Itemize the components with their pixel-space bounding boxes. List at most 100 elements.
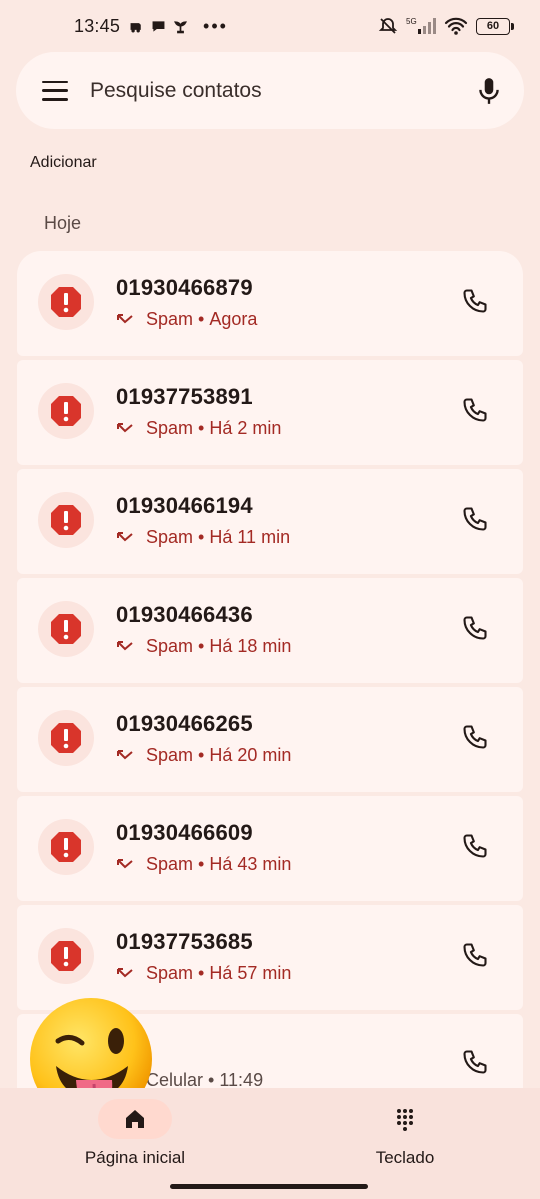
plant-icon: [174, 20, 188, 33]
phone-icon: [463, 398, 487, 422]
call-number: 01937753891: [116, 384, 253, 409]
spam-alert-icon: [51, 287, 81, 317]
call-number: 01930466609: [116, 820, 253, 845]
spam-tag: Spam: [146, 527, 194, 547]
call-time: Há 20 min: [209, 745, 292, 765]
search-bar[interactable]: Pesquise contatos: [16, 52, 524, 129]
phone-icon: [463, 943, 487, 967]
call-button[interactable]: [461, 723, 489, 751]
phone-icon: [463, 616, 487, 640]
spam-avatar: [38, 819, 94, 875]
svg-text:5G: 5G: [406, 17, 417, 26]
call-meta: Spam • Há 43 min: [116, 854, 291, 875]
call-button[interactable]: [461, 941, 489, 969]
missed-call-icon: [117, 967, 133, 977]
call-meta: Spam • Há 57 min: [116, 963, 291, 984]
gesture-home-bar[interactable]: [170, 1184, 368, 1189]
spam-alert-icon: [51, 832, 81, 862]
spam-tag: Spam: [146, 963, 194, 983]
call-number: 01937753685: [116, 929, 253, 954]
separator: •: [198, 527, 205, 547]
call-number: 01930466194: [116, 493, 253, 518]
phone-icon: [463, 834, 487, 858]
nav-keypad-indicator[interactable]: [368, 1099, 442, 1139]
spam-avatar: [38, 274, 94, 330]
call-log-item[interactable]: 01930466436 Spam • Há 18 min: [17, 578, 523, 683]
call-log-item[interactable]: 01930466879 Spam • Agora: [17, 251, 523, 356]
spam-tag: Spam: [146, 309, 194, 329]
nav-home-indicator[interactable]: [98, 1099, 172, 1139]
call-button[interactable]: [461, 1048, 489, 1076]
add-contact-label[interactable]: Adicionar: [30, 154, 97, 172]
missed-call-icon: [117, 531, 133, 541]
call-time: Há 43 min: [209, 854, 292, 874]
spam-alert-icon: [51, 396, 81, 426]
microphone-icon[interactable]: [476, 76, 502, 106]
call-button[interactable]: [461, 396, 489, 424]
call-log-item[interactable]: 01930466609 Spam • Há 43 min: [17, 796, 523, 901]
separator: •: [198, 309, 205, 329]
spam-avatar: [38, 601, 94, 657]
signal-5g-icon: 5G: [406, 17, 436, 34]
call-meta: Spam • Há 18 min: [116, 636, 291, 657]
call-time: Há 11 min: [209, 527, 291, 547]
section-header-today: Hoje: [44, 213, 82, 233]
spam-tag: Spam: [146, 745, 194, 765]
call-meta: Spam • Há 2 min: [116, 418, 281, 439]
spam-avatar: [38, 492, 94, 548]
call-button[interactable]: [461, 287, 489, 315]
call-time: Há 57 min: [209, 963, 292, 983]
more-notifications-icon: •••: [203, 15, 228, 36]
status-time: 13:45: [74, 15, 121, 36]
missed-call-icon: [117, 858, 133, 868]
call-meta: Spam • Agora: [116, 309, 257, 330]
nav-home-label: Página inicial: [84, 1148, 186, 1167]
search-input[interactable]: Pesquise contatos: [90, 79, 476, 103]
call-meta: Spam • Há 20 min: [116, 745, 291, 766]
call-time: Agora: [209, 309, 258, 329]
separator: •: [198, 418, 205, 438]
call-history-list: 01930466879 Spam • Agora 01937753891 Spa…: [17, 251, 523, 1098]
call-log-item[interactable]: 01930466265 Spam • Há 20 min: [17, 687, 523, 792]
nav-keypad-label: Teclado: [375, 1148, 435, 1167]
call-time: Há 18 min: [209, 636, 292, 656]
missed-call-icon: [117, 313, 133, 323]
spam-avatar: [38, 928, 94, 984]
menu-icon[interactable]: [42, 80, 68, 101]
call-button[interactable]: [461, 505, 489, 533]
spam-alert-icon: [51, 941, 81, 971]
spam-tag: Spam: [146, 854, 194, 874]
missed-call-icon: [117, 749, 133, 759]
phone-icon: [463, 289, 487, 313]
call-log-item[interactable]: 01937753685 Spam • Há 57 min: [17, 905, 523, 1010]
phone-icon: [463, 1050, 487, 1074]
spam-tag: Spam: [146, 418, 194, 438]
phone-icon: [463, 507, 487, 531]
missed-call-icon: [117, 640, 133, 650]
call-log-item[interactable]: 01937753891 Spam • Há 2 min: [17, 360, 523, 465]
notification-app-icon: [130, 22, 141, 32]
nav-home[interactable]: Página inicial: [0, 1088, 270, 1199]
spam-avatar: [38, 710, 94, 766]
battery-indicator: 60: [476, 17, 514, 35]
spam-alert-icon: [51, 614, 81, 644]
call-button[interactable]: [461, 614, 489, 642]
spam-avatar: [38, 383, 94, 439]
bottom-navigation: Página inicial Teclado: [0, 1088, 540, 1199]
spam-alert-icon: [51, 723, 81, 753]
separator: •: [198, 745, 205, 765]
call-number: 01930466879: [116, 275, 253, 300]
dialpad-icon: [397, 1109, 413, 1131]
call-button[interactable]: [461, 832, 489, 860]
status-bar: 13:45 ••• 5G 60: [0, 0, 540, 52]
phone-icon: [463, 725, 487, 749]
separator: •: [198, 854, 205, 874]
spam-alert-icon: [51, 505, 81, 535]
call-log-item[interactable]: 01930466194 Spam • Há 11 min: [17, 469, 523, 574]
bell-muted-icon: [378, 18, 398, 34]
missed-call-icon: [117, 422, 133, 432]
call-meta: Spam • Há 11 min: [116, 527, 290, 548]
spam-tag: Spam: [146, 636, 194, 656]
separator: •: [198, 636, 205, 656]
nav-keypad[interactable]: Teclado: [270, 1088, 540, 1199]
